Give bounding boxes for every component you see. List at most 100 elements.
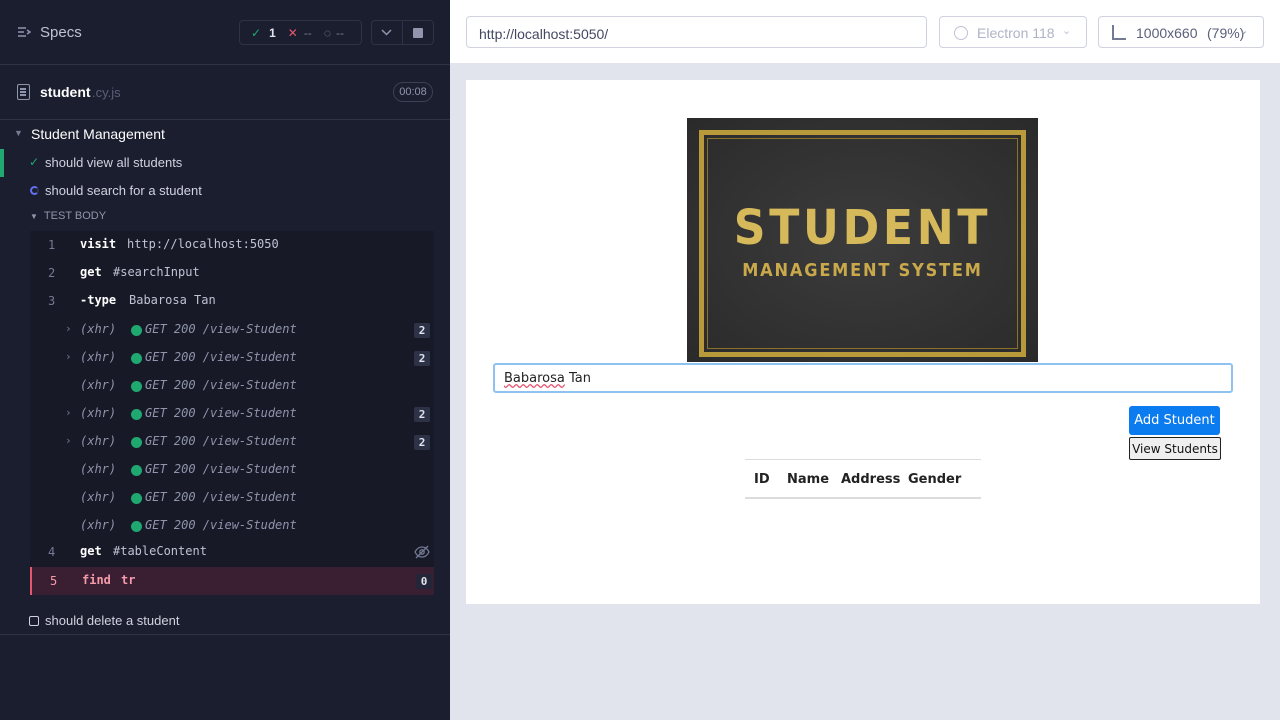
xhr-row[interactable]: › (xhr) GET 200 /view-Student 2 bbox=[30, 316, 434, 344]
xhr-route: GET 200 /view-Student bbox=[145, 322, 297, 336]
xhr-row[interactable]: (xhr) GET 200 /view-Student bbox=[30, 484, 434, 512]
electron-icon bbox=[954, 26, 968, 40]
suite-title: Student Management bbox=[31, 126, 165, 142]
test-row-view-all[interactable]: ✓ should view all students bbox=[0, 149, 450, 177]
command-number: 3 bbox=[48, 294, 56, 308]
student-management-logo: STUDENT MANAGEMENT SYSTEM bbox=[687, 118, 1038, 362]
passed-indicator-bar bbox=[0, 149, 4, 177]
column-header-name: Name bbox=[787, 472, 830, 487]
test-title: should search for a student bbox=[45, 183, 202, 198]
failed-count: -- bbox=[303, 25, 312, 40]
xhr-route: GET 200 /view-Student bbox=[145, 518, 297, 532]
chevron-down-icon: ▼ bbox=[14, 128, 23, 138]
status-dot-icon bbox=[131, 437, 142, 448]
eye-off-icon bbox=[414, 545, 430, 559]
stop-button[interactable] bbox=[403, 21, 433, 44]
count-badge: 2 bbox=[414, 407, 430, 422]
chevron-down-icon: ⌄ bbox=[1062, 25, 1072, 37]
test-stats: ✓ 1 ✕ -- ◌ -- bbox=[239, 20, 362, 45]
xhr-row[interactable]: (xhr) GET 200 /view-Student bbox=[30, 372, 434, 400]
search-text: Tan bbox=[564, 371, 591, 386]
xhr-row[interactable]: › (xhr) GET 200 /view-Student 2 bbox=[30, 428, 434, 456]
command-number: 1 bbox=[48, 238, 56, 252]
xhr-label: (xhr) bbox=[80, 378, 117, 392]
xhr-route: GET 200 /view-Student bbox=[145, 462, 297, 476]
command-number: 4 bbox=[48, 545, 56, 559]
column-header-gender: Gender bbox=[908, 472, 962, 487]
command-get-table[interactable]: 4 get #tableContent bbox=[30, 538, 434, 566]
specs-label[interactable]: Specs bbox=[40, 24, 82, 41]
test-row-delete[interactable]: should delete a student bbox=[0, 607, 450, 635]
command-message: http://localhost:5050 bbox=[127, 237, 279, 251]
xhr-route: GET 200 /view-Student bbox=[145, 406, 297, 420]
command-name: get bbox=[80, 544, 102, 558]
chevron-right-icon: › bbox=[65, 350, 72, 363]
search-input[interactable]: Babarosa Tan bbox=[493, 363, 1233, 393]
pending-count: -- bbox=[335, 25, 344, 40]
status-dot-icon bbox=[131, 381, 142, 392]
command-message: tr bbox=[121, 573, 136, 587]
command-number: 2 bbox=[48, 266, 56, 280]
command-message: #tableContent bbox=[113, 544, 207, 558]
test-body-label[interactable]: ▼ TEST BODY bbox=[30, 210, 106, 222]
runner-toolbar: http://localhost:5050/ Electron 118 ⌄ 10… bbox=[450, 0, 1280, 64]
url-bar[interactable]: http://localhost:5050/ bbox=[466, 16, 927, 48]
check-icon: ✓ bbox=[29, 155, 40, 169]
xhr-label: (xhr) bbox=[80, 462, 117, 476]
app-under-test: STUDENT MANAGEMENT SYSTEM Babarosa Tan A… bbox=[466, 80, 1260, 604]
view-students-button[interactable]: View Students bbox=[1129, 437, 1221, 460]
browser-selector[interactable]: Electron 118 ⌄ bbox=[939, 16, 1087, 48]
logo-title: STUDENT bbox=[733, 200, 992, 256]
browser-label: Electron 118 bbox=[977, 25, 1055, 41]
xhr-row[interactable]: › (xhr) GET 200 /view-Student 2 bbox=[30, 400, 434, 428]
command-find-failed[interactable]: 5 find tr 0 bbox=[30, 567, 434, 595]
column-header-address: Address bbox=[841, 472, 901, 487]
command-name: get bbox=[80, 265, 102, 279]
status-dot-icon bbox=[131, 493, 142, 504]
spec-extension: .cy.js bbox=[92, 85, 121, 100]
command-log: 1 visit http://localhost:5050 2 get #sea… bbox=[30, 231, 434, 595]
stop-icon bbox=[412, 27, 423, 38]
running-spinner-icon bbox=[30, 186, 39, 195]
pending-square-icon bbox=[29, 616, 39, 626]
xhr-row[interactable]: (xhr) GET 200 /view-Student bbox=[30, 456, 434, 484]
status-dot-icon bbox=[131, 409, 142, 420]
add-student-button[interactable]: Add Student bbox=[1129, 406, 1220, 435]
command-message: Babarosa Tan bbox=[129, 293, 216, 307]
test-title: should delete a student bbox=[45, 613, 180, 628]
search-text-misspelled: Babarosa bbox=[504, 371, 565, 386]
passed-count: 1 bbox=[269, 25, 276, 40]
xhr-label: (xhr) bbox=[80, 406, 117, 420]
chevron-right-icon: › bbox=[65, 406, 72, 419]
count-badge: 2 bbox=[414, 351, 430, 366]
command-type[interactable]: 3 -type Babarosa Tan bbox=[30, 287, 434, 315]
xhr-label: (xhr) bbox=[80, 490, 117, 504]
spec-duration: 00:08 bbox=[393, 82, 433, 102]
divider bbox=[0, 634, 450, 635]
suite-row[interactable]: ▼ Student Management bbox=[0, 123, 450, 145]
pending-circle-icon: ◌ bbox=[323, 25, 331, 40]
command-message: #searchInput bbox=[113, 265, 200, 279]
viewport-size: 1000x660 bbox=[1136, 25, 1198, 41]
reporter-header: Specs ✓ 1 ✕ -- ◌ -- bbox=[0, 0, 450, 65]
xhr-row[interactable]: (xhr) GET 200 /view-Student bbox=[30, 512, 434, 540]
command-name: visit bbox=[80, 237, 117, 251]
column-header-id: ID bbox=[754, 472, 770, 487]
chevron-down-icon[interactable] bbox=[372, 21, 403, 44]
status-dot-icon bbox=[131, 325, 142, 336]
command-name: -type bbox=[80, 293, 117, 307]
count-badge: 0 bbox=[416, 574, 432, 589]
viewport-selector[interactable]: 1000x660 (79%) ⌄ bbox=[1098, 16, 1264, 48]
ruler-icon bbox=[1112, 25, 1126, 40]
test-row-search[interactable]: should search for a student bbox=[0, 177, 450, 205]
spec-name[interactable]: student bbox=[40, 84, 91, 100]
specs-list-icon[interactable] bbox=[17, 25, 31, 39]
command-visit[interactable]: 1 visit http://localhost:5050 bbox=[30, 231, 434, 259]
xhr-row[interactable]: › (xhr) GET 200 /view-Student 2 bbox=[30, 344, 434, 372]
status-dot-icon bbox=[131, 465, 142, 476]
status-dot-icon bbox=[131, 521, 142, 532]
command-get-search[interactable]: 2 get #searchInput bbox=[30, 259, 434, 287]
reporter-panel: Specs ✓ 1 ✕ -- ◌ -- student .cy.js 00:08… bbox=[0, 0, 450, 720]
xhr-route: GET 200 /view-Student bbox=[145, 434, 297, 448]
chevron-right-icon: › bbox=[65, 322, 72, 335]
